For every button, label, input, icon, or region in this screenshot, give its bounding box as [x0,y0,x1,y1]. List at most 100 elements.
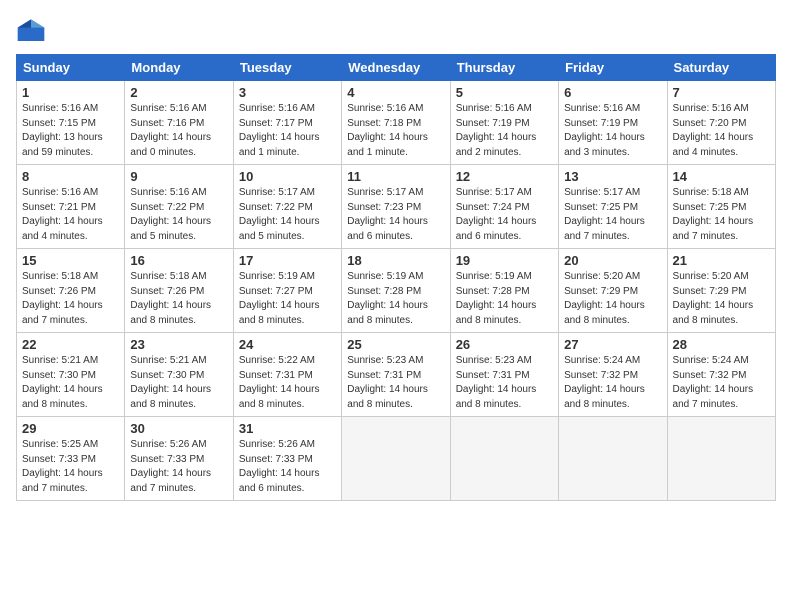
calendar-cell: 24 Sunrise: 5:22 AM Sunset: 7:31 PM Dayli… [233,333,341,417]
day-info: Sunrise: 5:17 AM Sunset: 7:24 PM Dayligh… [456,186,553,244]
day-info: Sunrise: 5:16 AM Sunset: 7:16 PM Dayligh… [130,102,227,160]
calendar-cell: 26Sunrise: 5:23 AM Sunset: 7:31 PM Dayli… [450,333,558,417]
day-number: 5 [456,85,553,100]
day-info: Sunrise: 5:17 AM Sunset: 7:23 PM Dayligh… [347,186,444,244]
calendar-cell: 31 Sunrise: 5:26 AM Sunset: 7:33 PM Dayli… [233,417,341,501]
page-header [16,16,776,46]
day-info: Sunrise: 5:18 AM Sunset: 7:26 PM Dayligh… [130,270,227,328]
calendar-cell: 18 Sunrise: 5:19 AM Sunset: 7:28 PM Dayli… [342,249,450,333]
day-number: 31 [239,421,336,436]
day-number: 30 [130,421,227,436]
calendar-cell: 12 Sunrise: 5:17 AM Sunset: 7:24 PM Dayli… [450,165,558,249]
col-header-monday: Monday [125,55,233,81]
day-info: Sunrise: 5:20 AM Sunset: 7:29 PM Dayligh… [564,270,661,328]
day-info: Sunrise: 5:16 AM Sunset: 7:21 PM Dayligh… [22,186,119,244]
day-info: Sunrise: 5:22 AM Sunset: 7:31 PM Dayligh… [239,354,336,412]
calendar-cell: 14 Sunrise: 5:18 AM Sunset: 7:25 PM Dayli… [667,165,775,249]
day-info: Sunrise: 5:16 AM Sunset: 7:19 PM Dayligh… [564,102,661,160]
day-info: Sunrise: 5:25 AM Sunset: 7:33 PM Dayligh… [22,438,119,496]
day-number: 16 [130,253,227,268]
day-number: 22 [22,337,119,352]
day-number: 21 [673,253,770,268]
calendar-cell: 17Sunrise: 5:19 AM Sunset: 7:27 PM Dayli… [233,249,341,333]
day-info: Sunrise: 5:17 AM Sunset: 7:22 PM Dayligh… [239,186,336,244]
day-info: Sunrise: 5:18 AM Sunset: 7:25 PM Dayligh… [673,186,770,244]
calendar-cell: 5Sunrise: 5:16 AM Sunset: 7:19 PM Daylig… [450,81,558,165]
calendar-cell: 7 Sunrise: 5:16 AM Sunset: 7:20 PM Daylig… [667,81,775,165]
calendar-cell: 4 Sunrise: 5:16 AM Sunset: 7:18 PM Daylig… [342,81,450,165]
day-number: 9 [130,169,227,184]
calendar-cell [559,417,667,501]
day-number: 15 [22,253,119,268]
day-info: Sunrise: 5:26 AM Sunset: 7:33 PM Dayligh… [130,438,227,496]
day-number: 24 [239,337,336,352]
day-info: Sunrise: 5:21 AM Sunset: 7:30 PM Dayligh… [22,354,119,412]
day-number: 1 [22,85,119,100]
col-header-wednesday: Wednesday [342,55,450,81]
calendar-cell [450,417,558,501]
week-row-4: 22 Sunrise: 5:21 AM Sunset: 7:30 PM Dayli… [17,333,776,417]
day-number: 26 [456,337,553,352]
day-number: 25 [347,337,444,352]
logo [16,16,50,46]
col-header-saturday: Saturday [667,55,775,81]
calendar-cell: 10Sunrise: 5:17 AM Sunset: 7:22 PM Dayli… [233,165,341,249]
day-number: 13 [564,169,661,184]
calendar-cell: 27 Sunrise: 5:24 AM Sunset: 7:32 PM Dayli… [559,333,667,417]
day-number: 23 [130,337,227,352]
calendar-cell: 11 Sunrise: 5:17 AM Sunset: 7:23 PM Dayli… [342,165,450,249]
day-number: 14 [673,169,770,184]
calendar-cell: 22 Sunrise: 5:21 AM Sunset: 7:30 PM Dayli… [17,333,125,417]
day-info: Sunrise: 5:16 AM Sunset: 7:15 PM Dayligh… [22,102,119,160]
day-number: 19 [456,253,553,268]
day-info: Sunrise: 5:26 AM Sunset: 7:33 PM Dayligh… [239,438,336,496]
col-header-tuesday: Tuesday [233,55,341,81]
day-number: 11 [347,169,444,184]
calendar-cell: 1 Sunrise: 5:16 AM Sunset: 7:15 PM Daylig… [17,81,125,165]
calendar-cell: 28 Sunrise: 5:24 AM Sunset: 7:32 PM Dayli… [667,333,775,417]
calendar-cell: 23 Sunrise: 5:21 AM Sunset: 7:30 PM Dayli… [125,333,233,417]
week-row-5: 29Sunrise: 5:25 AM Sunset: 7:33 PM Dayli… [17,417,776,501]
day-number: 2 [130,85,227,100]
calendar-cell [667,417,775,501]
day-info: Sunrise: 5:19 AM Sunset: 7:28 PM Dayligh… [456,270,553,328]
calendar-cell: 16 Sunrise: 5:18 AM Sunset: 7:26 PM Dayli… [125,249,233,333]
day-number: 3 [239,85,336,100]
col-header-thursday: Thursday [450,55,558,81]
calendar-cell: 3 Sunrise: 5:16 AM Sunset: 7:17 PM Daylig… [233,81,341,165]
day-info: Sunrise: 5:18 AM Sunset: 7:26 PM Dayligh… [22,270,119,328]
day-info: Sunrise: 5:21 AM Sunset: 7:30 PM Dayligh… [130,354,227,412]
day-info: Sunrise: 5:20 AM Sunset: 7:29 PM Dayligh… [673,270,770,328]
day-info: Sunrise: 5:16 AM Sunset: 7:22 PM Dayligh… [130,186,227,244]
calendar-cell: 21 Sunrise: 5:20 AM Sunset: 7:29 PM Dayli… [667,249,775,333]
day-info: Sunrise: 5:16 AM Sunset: 7:17 PM Dayligh… [239,102,336,160]
day-number: 12 [456,169,553,184]
day-number: 27 [564,337,661,352]
calendar-cell [342,417,450,501]
calendar-cell: 25 Sunrise: 5:23 AM Sunset: 7:31 PM Dayli… [342,333,450,417]
calendar-cell: 29Sunrise: 5:25 AM Sunset: 7:33 PM Dayli… [17,417,125,501]
calendar-cell: 15 Sunrise: 5:18 AM Sunset: 7:26 PM Dayli… [17,249,125,333]
calendar-table: SundayMondayTuesdayWednesdayThursdayFrid… [16,54,776,501]
day-info: Sunrise: 5:24 AM Sunset: 7:32 PM Dayligh… [564,354,661,412]
calendar-cell: 6 Sunrise: 5:16 AM Sunset: 7:19 PM Daylig… [559,81,667,165]
day-info: Sunrise: 5:19 AM Sunset: 7:28 PM Dayligh… [347,270,444,328]
day-info: Sunrise: 5:16 AM Sunset: 7:18 PM Dayligh… [347,102,444,160]
calendar-cell: 2 Sunrise: 5:16 AM Sunset: 7:16 PM Daylig… [125,81,233,165]
calendar-cell: 8Sunrise: 5:16 AM Sunset: 7:21 PM Daylig… [17,165,125,249]
day-number: 4 [347,85,444,100]
week-row-1: 1 Sunrise: 5:16 AM Sunset: 7:15 PM Daylig… [17,81,776,165]
col-header-sunday: Sunday [17,55,125,81]
day-number: 7 [673,85,770,100]
week-row-2: 8Sunrise: 5:16 AM Sunset: 7:21 PM Daylig… [17,165,776,249]
day-info: Sunrise: 5:16 AM Sunset: 7:20 PM Dayligh… [673,102,770,160]
day-number: 28 [673,337,770,352]
calendar-cell: 20Sunrise: 5:20 AM Sunset: 7:29 PM Dayli… [559,249,667,333]
day-number: 18 [347,253,444,268]
day-info: Sunrise: 5:24 AM Sunset: 7:32 PM Dayligh… [673,354,770,412]
day-info: Sunrise: 5:23 AM Sunset: 7:31 PM Dayligh… [347,354,444,412]
day-number: 6 [564,85,661,100]
calendar-cell: 30 Sunrise: 5:26 AM Sunset: 7:33 PM Dayli… [125,417,233,501]
col-header-friday: Friday [559,55,667,81]
day-info: Sunrise: 5:19 AM Sunset: 7:27 PM Dayligh… [239,270,336,328]
